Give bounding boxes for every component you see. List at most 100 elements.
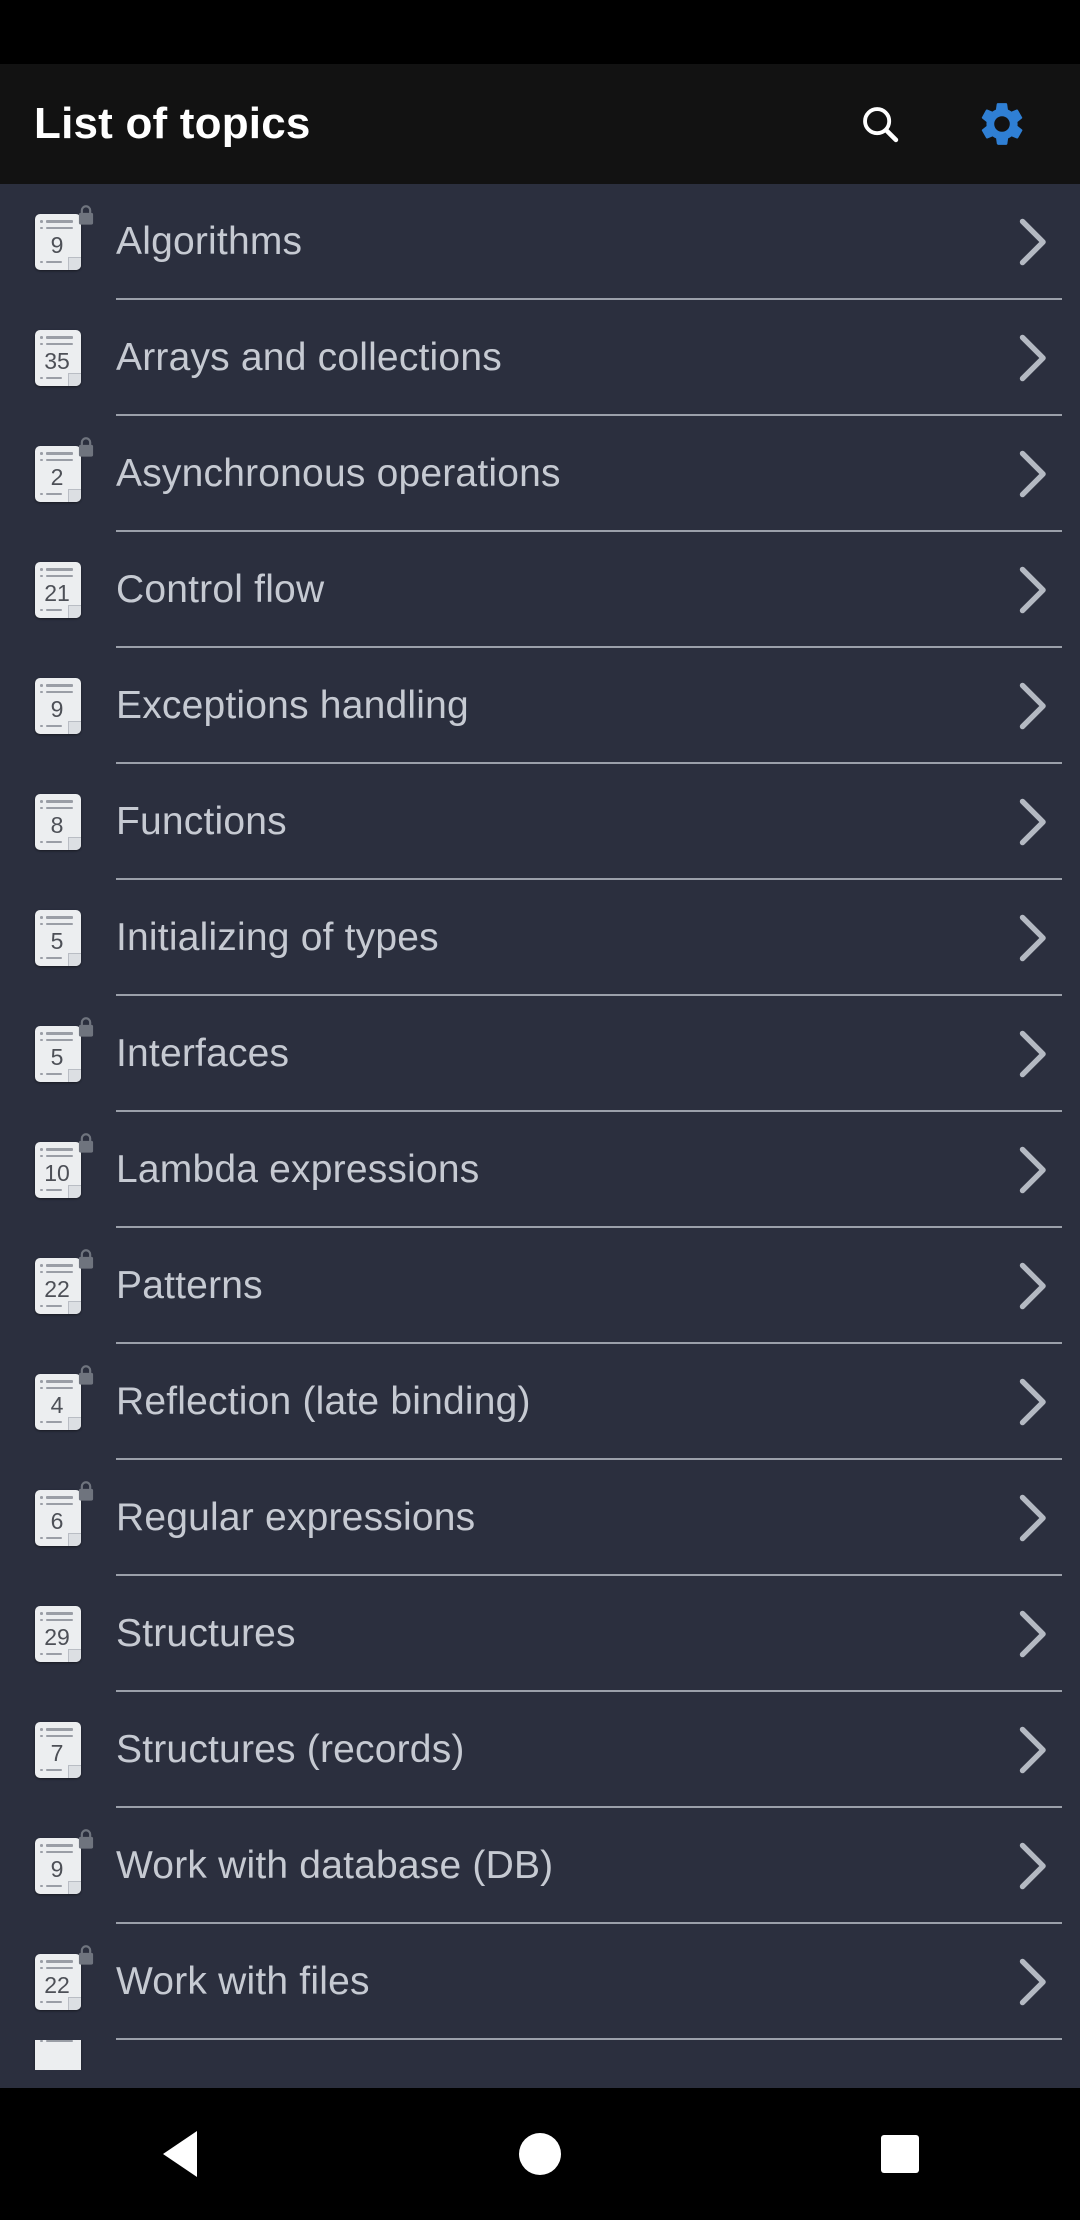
list-item[interactable]: 29 Structures xyxy=(0,1576,1080,1692)
topic-label: Algorithms xyxy=(116,220,303,263)
doc-bottom-line xyxy=(40,260,62,263)
recents-square-icon xyxy=(881,2135,919,2173)
doc-bottom-line xyxy=(40,1420,62,1423)
settings-button[interactable] xyxy=(970,92,1034,156)
topic-icon-wrap: 35 xyxy=(0,300,116,416)
topic-open-button[interactable] xyxy=(984,1375,1080,1429)
doc-bottom-line xyxy=(40,1072,62,1075)
topic-open-button[interactable] xyxy=(984,1839,1080,1893)
topic-open-button[interactable] xyxy=(984,215,1080,269)
lock-icon xyxy=(78,437,94,457)
document-count-icon: 35 xyxy=(35,330,81,386)
list-item[interactable]: 8 Functions xyxy=(0,764,1080,880)
list-item[interactable]: 6 Regular expressions xyxy=(0,1460,1080,1576)
topic-icon-wrap: 7 xyxy=(0,1692,116,1808)
topic-open-button[interactable] xyxy=(984,1491,1080,1545)
topic-open-button[interactable] xyxy=(984,1955,1080,2009)
search-button[interactable] xyxy=(848,92,912,156)
list-item[interactable]: 22 Patterns xyxy=(0,1228,1080,1344)
topic-label: Reflection (late binding) xyxy=(116,1380,531,1423)
document-count-icon: 22 xyxy=(35,1258,81,1314)
topic-count: 2 xyxy=(50,464,64,490)
document-count-icon: 29 xyxy=(35,1606,81,1662)
list-item[interactable]: 5 Initializing of types xyxy=(0,880,1080,996)
app-bar-actions xyxy=(848,92,1046,156)
list-item[interactable]: 4 Reflection (late binding) xyxy=(0,1344,1080,1460)
lock-icon xyxy=(78,205,94,225)
topic-open-button[interactable] xyxy=(984,679,1080,733)
nav-home-button[interactable] xyxy=(480,2088,600,2220)
doc-fold-corner xyxy=(68,1649,81,1662)
topic-label: Initializing of types xyxy=(116,916,439,959)
list-item[interactable]: 35 Arrays and collections xyxy=(0,300,1080,416)
phone-screen: List of topics 9 Algorithms 35 Arrays and c… xyxy=(0,0,1080,2220)
topic-open-button[interactable] xyxy=(984,1143,1080,1197)
topic-open-button[interactable] xyxy=(984,563,1080,617)
topic-count: 5 xyxy=(50,928,64,954)
document-count-icon: 10 xyxy=(35,1142,81,1198)
document-count-icon: 7 xyxy=(35,1722,81,1778)
topic-icon-wrap: 22 xyxy=(0,1228,116,1344)
topic-count: 21 xyxy=(44,580,70,606)
nav-back-button[interactable] xyxy=(120,2088,240,2220)
document-count-icon: 4 xyxy=(35,1374,81,1430)
page-title: List of topics xyxy=(34,99,311,148)
doc-fold-corner xyxy=(68,1301,81,1314)
chevron-right-icon xyxy=(1019,1726,1046,1774)
doc-bottom-line xyxy=(40,492,62,495)
doc-fold-corner xyxy=(68,257,81,270)
list-item[interactable]: 9 Work with database (DB) xyxy=(0,1808,1080,1924)
doc-bottom-line xyxy=(40,608,62,611)
chevron-right-icon xyxy=(1019,1494,1046,1542)
lock-icon xyxy=(78,1481,94,1501)
list-item[interactable]: 9 Exceptions handling xyxy=(0,648,1080,764)
topic-open-button[interactable] xyxy=(984,911,1080,965)
topic-label: Asynchronous operations xyxy=(116,452,561,495)
topic-open-button[interactable] xyxy=(984,331,1080,385)
home-circle-icon xyxy=(519,2133,561,2175)
lock-icon xyxy=(78,1829,94,1849)
topic-open-button[interactable] xyxy=(984,795,1080,849)
topic-label: Lambda expressions xyxy=(116,1148,480,1191)
list-item[interactable]: 5 Interfaces xyxy=(0,996,1080,1112)
chevron-right-icon xyxy=(1019,218,1046,266)
topic-label: Arrays and collections xyxy=(116,336,502,379)
doc-fold-corner xyxy=(68,1765,81,1778)
topic-label: Work with files xyxy=(116,1960,370,2003)
list-item[interactable]: 22 Work with files xyxy=(0,1924,1080,2040)
doc-fold-corner xyxy=(68,1417,81,1430)
topic-label: Regular expressions xyxy=(116,1496,476,1539)
document-count-icon: 5 xyxy=(35,1026,81,1082)
document-count-icon: 5 xyxy=(35,910,81,966)
topic-open-button[interactable] xyxy=(984,1723,1080,1777)
list-item[interactable]: 21 Control flow xyxy=(0,532,1080,648)
doc-fold-corner xyxy=(68,1185,81,1198)
chevron-right-icon xyxy=(1019,450,1046,498)
back-triangle-icon xyxy=(163,2131,197,2177)
topics-list[interactable]: 9 Algorithms 35 Arrays and collections 2 Asyn… xyxy=(0,184,1080,2088)
topic-icon-wrap: 8 xyxy=(0,764,116,880)
doc-bottom-line xyxy=(40,724,62,727)
topic-label: Structures (records) xyxy=(116,1728,465,1771)
list-item[interactable]: 9 Algorithms xyxy=(0,184,1080,300)
list-item[interactable]: 7 Structures (records) xyxy=(0,1692,1080,1808)
topic-label: Interfaces xyxy=(116,1032,290,1075)
list-item[interactable] xyxy=(0,2040,1080,2070)
doc-fold-corner xyxy=(68,1533,81,1546)
chevron-right-icon xyxy=(1019,334,1046,382)
list-item[interactable]: 10 Lambda expressions xyxy=(0,1112,1080,1228)
lock-icon xyxy=(78,1133,94,1153)
lock-icon xyxy=(78,1365,94,1385)
doc-fold-corner xyxy=(68,605,81,618)
doc-bottom-line xyxy=(40,840,62,843)
nav-recents-button[interactable] xyxy=(840,2088,960,2220)
list-item[interactable]: 2 Asynchronous operations xyxy=(0,416,1080,532)
topic-open-button[interactable] xyxy=(984,1607,1080,1661)
topic-open-button[interactable] xyxy=(984,1259,1080,1313)
gear-icon xyxy=(981,103,1023,145)
chevron-right-icon xyxy=(1019,1146,1046,1194)
topic-open-button[interactable] xyxy=(984,447,1080,501)
topic-count: 10 xyxy=(44,1160,70,1186)
topic-label: Functions xyxy=(116,800,287,843)
topic-open-button[interactable] xyxy=(984,1027,1080,1081)
